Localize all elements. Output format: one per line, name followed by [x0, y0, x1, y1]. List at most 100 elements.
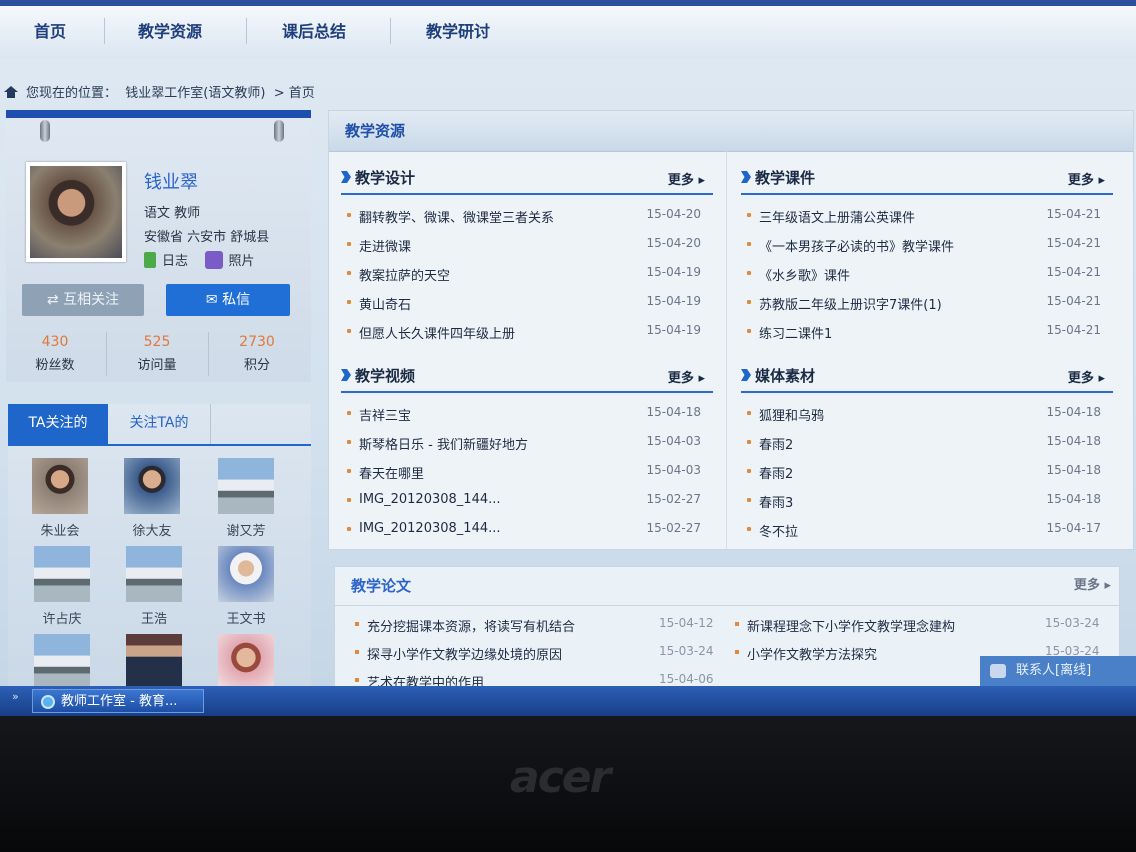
- list-item[interactable]: 《水乡歌》课件 15-04-21: [741, 259, 1113, 288]
- item-date: 15-03-24: [1045, 616, 1100, 630]
- item-title[interactable]: 探寻小学作文教学边缘处境的原因: [367, 644, 562, 663]
- item-title[interactable]: 三年级语文上册蒲公英课件: [759, 207, 915, 226]
- item-title[interactable]: 小学作文教学方法探究: [747, 644, 877, 663]
- item-title[interactable]: IMG_20120308_144...: [359, 492, 501, 507]
- item-title[interactable]: 苏教版二年级上册识字7课件(1): [759, 294, 942, 313]
- list-item[interactable]: 《一本男孩子必读的书》教学课件 15-04-21: [741, 230, 1113, 259]
- list-item[interactable]: 练习二课件1 15-04-21: [741, 317, 1113, 346]
- item-date: 15-04-18: [1046, 434, 1101, 448]
- item-title[interactable]: IMG_20120308_144...: [359, 521, 501, 536]
- diary-icon: [144, 252, 156, 268]
- contact-widget[interactable]: 联系人[离线]: [980, 656, 1136, 686]
- nav-lesson-summary[interactable]: 课后总结: [282, 18, 346, 42]
- item-title[interactable]: 春天在哪里: [359, 463, 424, 482]
- section-title: 教学视频: [355, 367, 416, 385]
- section-courseware: 教学课件 更多 ▸ 三年级语文上册蒲公英课件 15-04-21 《一本男孩子必读的书…: [741, 163, 1113, 342]
- nav-teaching-resources[interactable]: 教学资源: [138, 18, 202, 42]
- photo-icon: [204, 251, 223, 269]
- list-item[interactable]: 苏教版二年级上册识字7课件(1) 15-04-21: [741, 288, 1113, 317]
- follow-panel: TA关注的 关注TA的 朱业会 徐大友 谢又芳 许占庆 王浩 王文书: [8, 404, 311, 716]
- item-date: 15-04-21: [1046, 265, 1101, 279]
- list-item[interactable]: 冬不拉 15-04-17: [741, 515, 1113, 544]
- list-item[interactable]: 春天在哪里 15-04-03: [341, 457, 713, 486]
- list-item[interactable]: 但愿人长久课件四年级上册 15-04-19: [341, 317, 713, 346]
- nav-teaching-research[interactable]: 教学研讨: [426, 18, 490, 42]
- list-item[interactable]: 探寻小学作文教学边缘处境的原因 15-03-24: [355, 639, 715, 667]
- stat-divider: [106, 332, 107, 376]
- item-title[interactable]: 走进微课: [359, 236, 411, 255]
- list-item[interactable]: 春雨3 15-04-18: [741, 486, 1113, 515]
- item-title[interactable]: 吉祥三宝: [359, 405, 411, 424]
- stat-value: 430: [41, 334, 69, 350]
- list-item[interactable]: 新课程理念下小学作文教学理念建构 15-03-24: [735, 611, 1107, 639]
- contact-icon: [990, 664, 1006, 678]
- item-date: 15-04-12: [659, 616, 714, 630]
- tab-followers[interactable]: 关注TA的: [108, 404, 211, 444]
- list-item[interactable]: 走进微课 15-04-20: [341, 230, 713, 259]
- more-link[interactable]: 更多 ▸: [1068, 169, 1105, 188]
- list-item[interactable]: 春雨2 15-04-18: [741, 457, 1113, 486]
- item-title[interactable]: 翻转教学、微课、微课堂三者关系: [359, 207, 554, 226]
- list-item[interactable]: 斯琴格日乐 - 我们新疆好地方 15-04-03: [341, 428, 713, 457]
- item-title[interactable]: 新课程理念下小学作文教学理念建构: [747, 616, 955, 635]
- follow-user[interactable]: 王浩: [114, 546, 194, 627]
- follow-user[interactable]: 王文书: [206, 546, 286, 627]
- item-title[interactable]: 黄山奇石: [359, 294, 411, 313]
- item-title[interactable]: 冬不拉: [759, 521, 798, 540]
- more-link[interactable]: 更多 ▸: [1068, 367, 1105, 386]
- avatar[interactable]: [26, 162, 126, 262]
- follow-user[interactable]: 许占庆: [22, 546, 102, 627]
- list-item[interactable]: 吉祥三宝 15-04-18: [341, 399, 713, 428]
- list-item[interactable]: 狐狸和乌鸦 15-04-18: [741, 399, 1113, 428]
- user-avatar: [32, 458, 88, 514]
- stat-visits: 525 访问量: [108, 334, 206, 373]
- mutual-follow-button[interactable]: ⇄ 互相关注: [22, 284, 144, 316]
- item-date: 15-04-18: [646, 405, 701, 419]
- taskbar-window-button[interactable]: 教师工作室 - 教育...: [32, 689, 204, 713]
- item-title[interactable]: 教案拉萨的天空: [359, 265, 450, 284]
- item-title[interactable]: 充分挖掘课本资源，将读写有机结合: [367, 616, 575, 635]
- list-item[interactable]: IMG_20120308_144... 15-02-27: [341, 486, 713, 515]
- item-title[interactable]: 《水乡歌》课件: [759, 265, 850, 284]
- list-item[interactable]: 充分挖掘课本资源，将读写有机结合 15-04-12: [355, 611, 715, 639]
- item-title[interactable]: 狐狸和乌鸦: [759, 405, 824, 424]
- more-link[interactable]: 更多 ▸: [668, 367, 705, 386]
- item-title[interactable]: 《一本男孩子必读的书》教学课件: [759, 236, 954, 255]
- breadcrumb-separator: >: [273, 86, 285, 101]
- home-icon[interactable]: [4, 86, 18, 98]
- follow-user[interactable]: 徐大友: [112, 458, 192, 539]
- user-avatar: [34, 634, 90, 690]
- section-title: 教学设计: [355, 169, 416, 187]
- private-message-button[interactable]: ✉ 私信: [166, 284, 290, 316]
- photos-link[interactable]: 照片: [204, 251, 255, 269]
- item-title[interactable]: 春雨3: [759, 492, 793, 511]
- user-name: 谢又芳: [226, 524, 266, 539]
- tab-following[interactable]: TA关注的: [8, 404, 108, 444]
- item-title[interactable]: 但愿人长久课件四年级上册: [359, 323, 515, 342]
- item-date: 15-02-27: [646, 521, 701, 535]
- list-item[interactable]: 黄山奇石 15-04-19: [341, 288, 713, 317]
- stat-label: 粉丝数: [35, 358, 75, 373]
- list-item[interactable]: 教案拉萨的天空 15-04-19: [341, 259, 713, 288]
- item-title[interactable]: 斯琴格日乐 - 我们新疆好地方: [359, 434, 528, 453]
- follow-user[interactable]: 谢又芳: [206, 458, 286, 539]
- item-title[interactable]: 春雨2: [759, 434, 793, 453]
- nav-home[interactable]: 首页: [34, 18, 66, 42]
- list-item[interactable]: 三年级语文上册蒲公英课件 15-04-21: [741, 201, 1113, 230]
- follow-user[interactable]: 朱业会: [20, 458, 100, 539]
- item-title[interactable]: 春雨2: [759, 463, 793, 482]
- diary-link[interactable]: 日志: [144, 252, 188, 269]
- list-item[interactable]: 春雨2 15-04-18: [741, 428, 1113, 457]
- item-title[interactable]: 练习二课件1: [759, 323, 832, 342]
- panel-title: 教学资源: [329, 111, 1133, 152]
- profile-name[interactable]: 钱业翠: [144, 168, 198, 194]
- more-link[interactable]: 更多 ▸: [668, 169, 705, 188]
- list-item[interactable]: IMG_20120308_144... 15-02-27: [341, 515, 713, 544]
- nav-divider: [104, 18, 105, 44]
- quick-launch-chevron-icon[interactable]: »: [12, 690, 19, 703]
- more-link[interactable]: 更多 ▸: [1074, 567, 1111, 605]
- list-item[interactable]: 翻转教学、微课、微课堂三者关系 15-04-20: [341, 201, 713, 230]
- item-date: 15-04-21: [1046, 323, 1101, 337]
- column-divider: [726, 151, 727, 549]
- breadcrumb-studio[interactable]: 钱业翠工作室(语文教师): [125, 86, 265, 101]
